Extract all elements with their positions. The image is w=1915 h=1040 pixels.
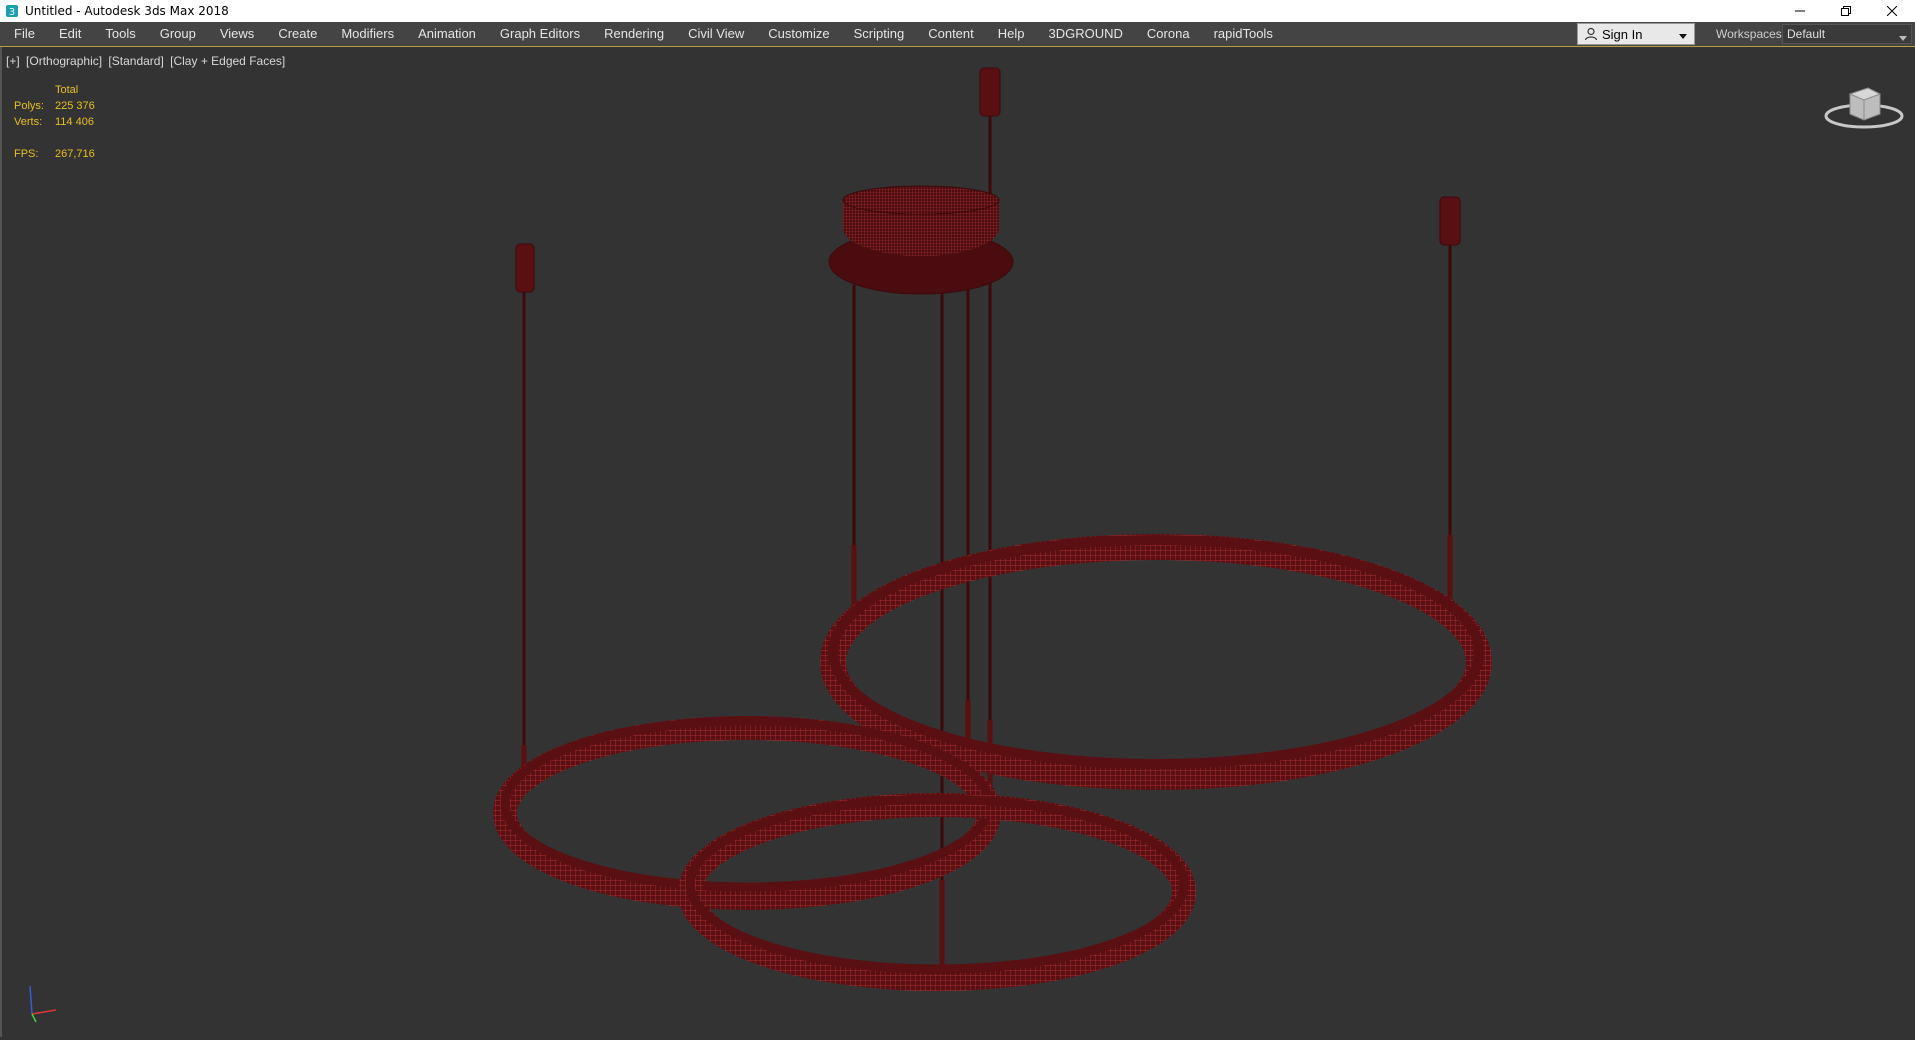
sign-in-dropdown[interactable]: Sign In — [1577, 23, 1695, 45]
menu-scripting[interactable]: Scripting — [842, 22, 917, 46]
menu-animation[interactable]: Animation — [406, 22, 488, 46]
viewport-statistics: Total Polys: 225 376 Verts: 114 406 FPS: 26… — [14, 84, 95, 164]
menu-graph-editors[interactable]: Graph Editors — [488, 22, 592, 46]
title-bar: 3 Untitled - Autodesk 3ds Max 2018 — [0, 0, 1915, 22]
perspective-viewport[interactable] — [0, 47, 1915, 1037]
menu-rendering[interactable]: Rendering — [592, 22, 676, 46]
viewport-border — [0, 47, 2, 1037]
menu-views[interactable]: Views — [208, 22, 266, 46]
chandelier-model — [493, 67, 1492, 991]
ceiling-cap-left — [515, 243, 535, 293]
axis-tripod-icon — [22, 980, 62, 1024]
menu-3dground[interactable]: 3DGROUND — [1037, 22, 1135, 46]
viewport-visual-style[interactable]: [Clay + Edged Faces] — [170, 54, 285, 68]
menu-civil-view[interactable]: Civil View — [676, 22, 756, 46]
menu-customize[interactable]: Customize — [756, 22, 841, 46]
3dsmax-icon[interactable]: 3 — [5, 4, 19, 18]
canopy — [828, 185, 1014, 295]
menu-file[interactable]: File — [0, 22, 47, 46]
svg-text:3: 3 — [9, 7, 15, 18]
minimize-icon[interactable] — [1777, 0, 1823, 22]
workspace-select[interactable]: Default — [1782, 24, 1912, 44]
workspace-value: Default — [1787, 27, 1826, 41]
verts-value: 114 406 — [55, 116, 94, 128]
chevron-down-icon — [1899, 31, 1907, 45]
menu-help[interactable]: Help — [986, 22, 1037, 46]
menu-create[interactable]: Create — [266, 22, 329, 46]
menu-content[interactable]: Content — [916, 22, 986, 46]
menu-group[interactable]: Group — [148, 22, 208, 46]
menu-modifiers[interactable]: Modifiers — [329, 22, 406, 46]
menu-corona[interactable]: Corona — [1135, 22, 1202, 46]
ceiling-cap-top — [979, 67, 1001, 117]
sign-in-label: Sign In — [1602, 26, 1643, 42]
menu-rapidtools[interactable]: rapidTools — [1202, 22, 1285, 46]
close-icon[interactable] — [1869, 0, 1915, 22]
fps-label: FPS: — [14, 148, 39, 160]
viewport-shading-standard[interactable]: [Standard] — [108, 54, 163, 68]
fps-value: 267,716 — [55, 148, 95, 160]
ring-large — [820, 534, 1492, 790]
viewport-point-of-view[interactable]: [Orthographic] — [26, 54, 102, 68]
window-controls — [1777, 0, 1915, 22]
ceiling-cap-right — [1439, 196, 1461, 246]
polys-value: 225 376 — [55, 100, 95, 112]
verts-label: Verts: — [14, 116, 43, 128]
menu-edit[interactable]: Edit — [47, 22, 93, 46]
viewcube-icon[interactable] — [1822, 80, 1906, 132]
user-icon — [1584, 27, 1598, 41]
chevron-down-icon — [1678, 29, 1688, 44]
viewport-general-menu[interactable]: [+] — [6, 54, 20, 68]
workspaces-label: Workspaces: — [1716, 27, 1786, 41]
stats-header: Total — [55, 84, 79, 96]
viewport-label-menu[interactable]: [+] [Orthographic] [Standard] [Clay + Ed… — [6, 54, 288, 68]
restore-icon[interactable] — [1823, 0, 1869, 22]
menu-tools[interactable]: Tools — [93, 22, 147, 46]
window-title: Untitled - Autodesk 3ds Max 2018 — [25, 4, 229, 18]
polys-label: Polys: — [14, 100, 44, 112]
